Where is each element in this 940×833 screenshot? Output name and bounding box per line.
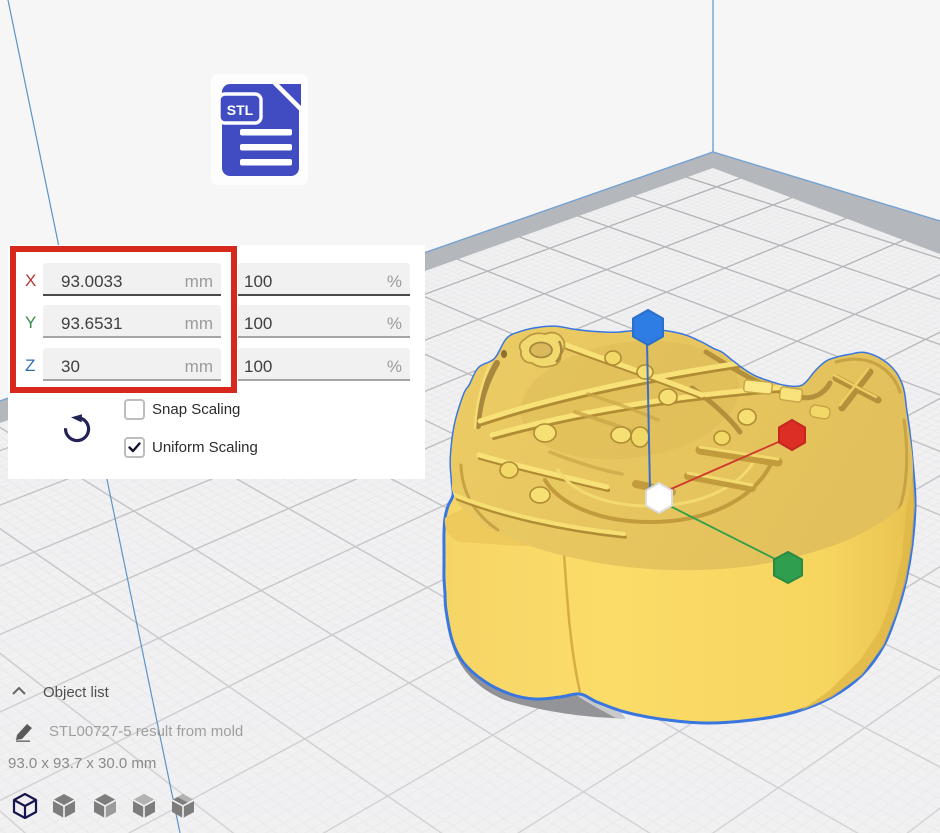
svg-text:STL: STL xyxy=(227,102,254,118)
